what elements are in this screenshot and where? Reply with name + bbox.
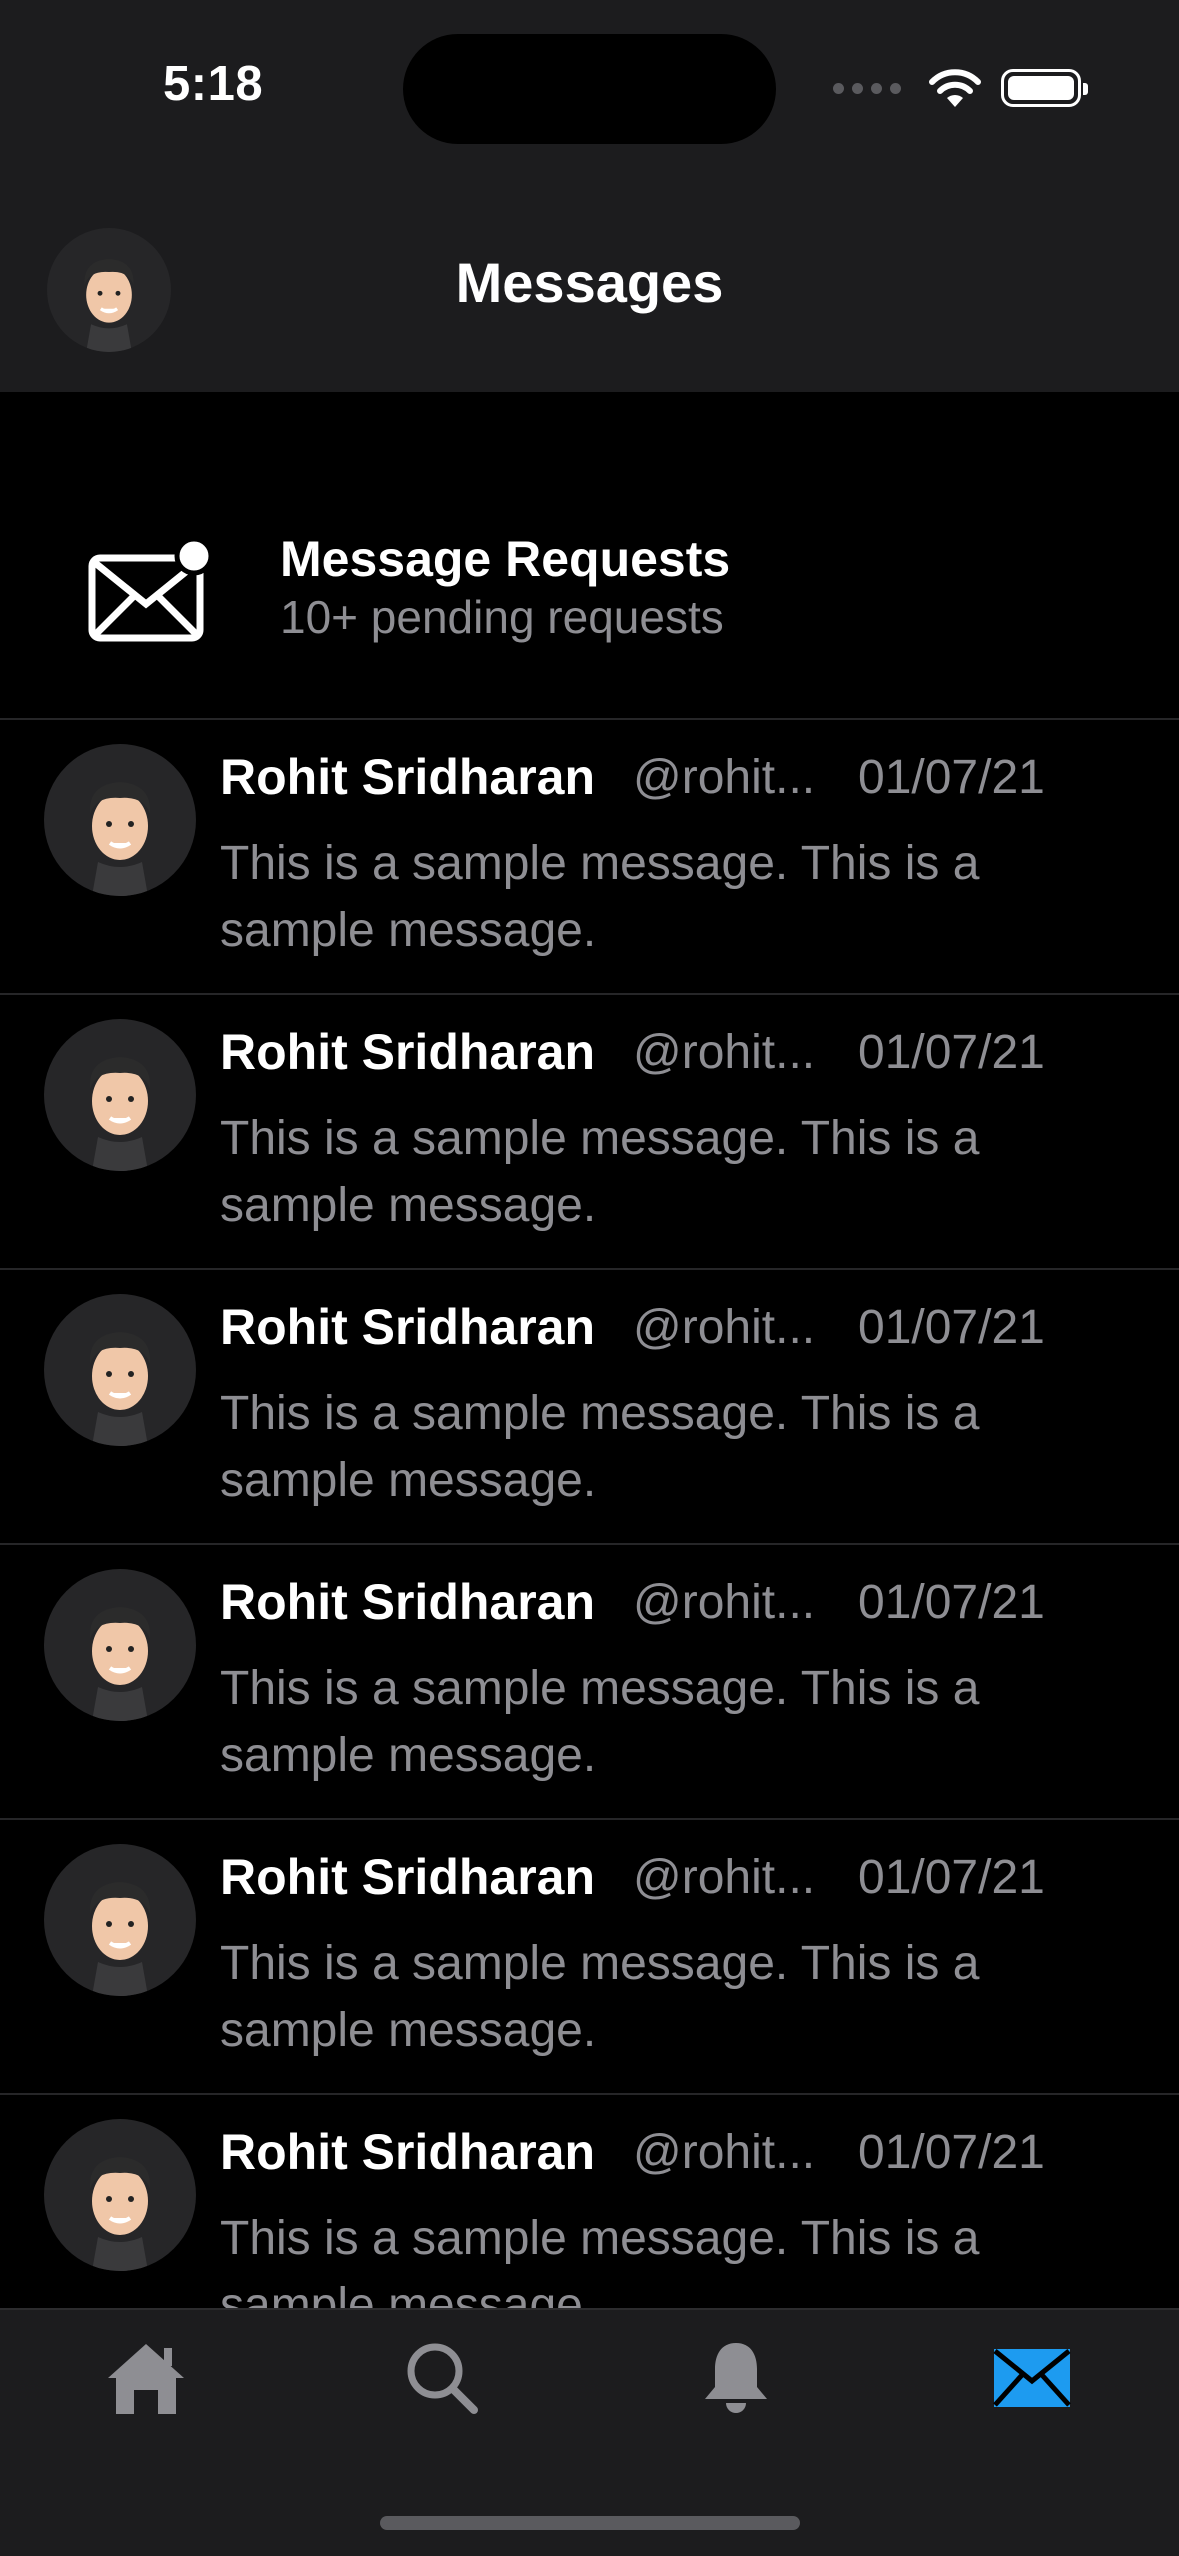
sender-handle: @rohit... — [633, 751, 816, 804]
sender-name: Rohit Sridharan — [220, 2124, 596, 2180]
home-icon — [108, 2344, 184, 2414]
sender-name: Rohit Sridharan — [220, 1024, 596, 1080]
message-date: 01/07/21 — [858, 2126, 1045, 2179]
message-row[interactable]: Rohit Sridharan @rohit... 01/07/21 This … — [0, 1820, 1179, 2095]
message-row[interactable]: Rohit Sridharan @rohit... 01/07/21 This … — [0, 1545, 1179, 1820]
sender-name: Rohit Sridharan — [220, 1299, 596, 1355]
message-row[interactable]: Rohit Sridharan @rohit... 01/07/21 This … — [0, 995, 1179, 1270]
tab-notifications[interactable] — [686, 2328, 786, 2428]
home-indicator — [380, 2516, 800, 2530]
memoji-avatar-icon — [89, 1057, 151, 1171]
message-date: 01/07/21 — [858, 751, 1045, 804]
dynamic-island — [403, 34, 776, 144]
sender-name: Rohit Sridharan — [220, 1574, 596, 1630]
message-date: 01/07/21 — [858, 1851, 1045, 1904]
envelope-notification-icon — [88, 538, 214, 642]
avatar — [44, 1019, 196, 1171]
search-icon — [407, 2343, 478, 2414]
messages-screen: 5:18 Messages Message Requests 10+ pendi… — [0, 0, 1179, 2556]
status-time: 5:18 — [163, 57, 264, 111]
bell-icon — [705, 2343, 767, 2413]
tab-search[interactable] — [392, 2328, 492, 2428]
message-preview: This is a sample message. This is a samp… — [220, 1937, 980, 2057]
message-row[interactable]: Rohit Sridharan @rohit... 01/07/21 This … — [0, 1270, 1179, 1545]
memoji-avatar-icon — [89, 1882, 151, 1996]
sender-handle: @rohit... — [633, 1026, 816, 1079]
sender-name: Rohit Sridharan — [220, 1849, 596, 1905]
memoji-avatar-icon — [89, 2157, 151, 2271]
avatar — [44, 2119, 196, 2271]
memoji-avatar-icon — [89, 782, 151, 896]
message-date: 01/07/21 — [858, 1576, 1045, 1629]
requests-subtitle: 10+ pending requests — [280, 591, 724, 643]
sender-handle: @rohit... — [633, 1851, 816, 1904]
message-date: 01/07/21 — [858, 1301, 1045, 1354]
avatar — [44, 1844, 196, 1996]
message-row[interactable]: Rohit Sridharan @rohit... 01/07/21 This … — [0, 720, 1179, 995]
status-icons — [833, 66, 1088, 110]
battery-icon — [1001, 69, 1088, 107]
wifi-icon — [929, 69, 981, 107]
avatar — [44, 1569, 196, 1721]
message-date: 01/07/21 — [858, 1026, 1045, 1079]
page-title: Messages — [455, 251, 724, 314]
message-list: Rohit Sridharan @rohit... 01/07/21 This … — [0, 720, 1179, 2370]
memoji-avatar-icon — [89, 1332, 151, 1446]
message-preview: This is a sample message. This is a samp… — [220, 1662, 980, 1782]
envelope-icon — [993, 2349, 1071, 2407]
sender-name: Rohit Sridharan — [220, 749, 596, 805]
sender-handle: @rohit... — [633, 1301, 816, 1354]
top-bar: 5:18 Messages — [0, 0, 1179, 392]
avatar — [44, 744, 196, 896]
sender-handle: @rohit... — [633, 2126, 816, 2179]
sender-handle: @rohit... — [633, 1576, 816, 1629]
message-preview: This is a sample message. This is a samp… — [220, 1112, 980, 1232]
memoji-avatar-icon — [89, 1607, 151, 1721]
cellular-signal-icon — [833, 82, 901, 94]
avatar — [44, 1294, 196, 1446]
requests-title: Message Requests — [280, 531, 731, 587]
message-preview: This is a sample message. This is a samp… — [220, 837, 980, 957]
message-preview: This is a sample message. This is a samp… — [220, 1387, 980, 1507]
tab-home[interactable] — [96, 2328, 196, 2428]
tab-messages[interactable] — [982, 2328, 1082, 2428]
message-requests-row[interactable]: Message Requests 10+ pending requests — [0, 470, 1179, 720]
